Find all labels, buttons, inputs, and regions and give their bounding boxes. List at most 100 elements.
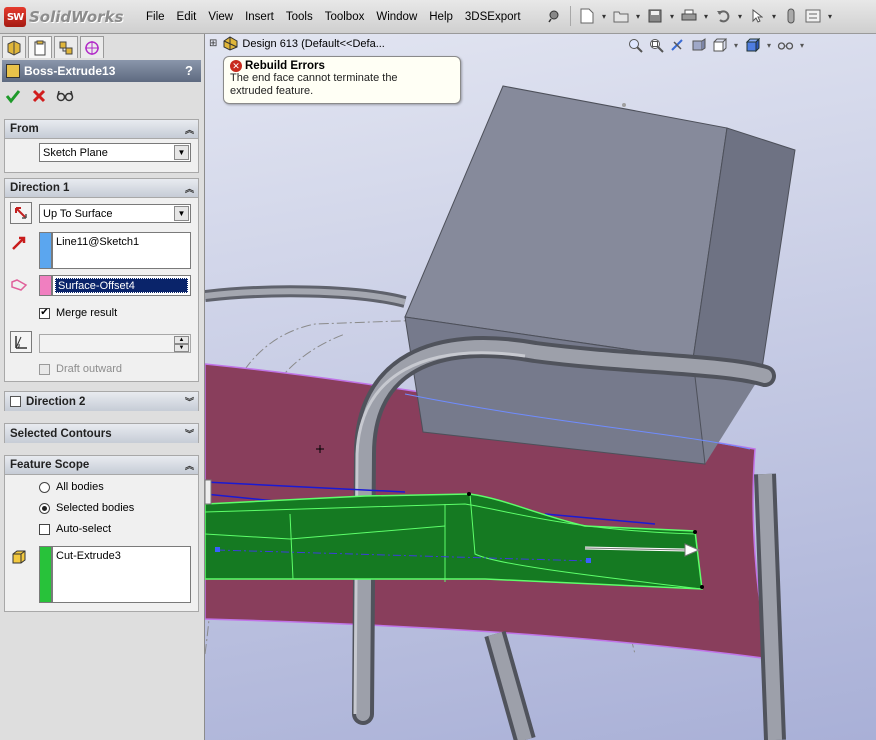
menu-tools[interactable]: Tools <box>280 11 319 23</box>
chevron-down-icon[interactable]: ▾ <box>736 6 744 26</box>
chevron-down-icon[interactable]: ▾ <box>826 6 834 26</box>
feature-tree-root[interactable]: ⊞ Design 613 (Default<<Defa... <box>209 36 385 51</box>
spin-down-icon[interactable]: ▼ <box>174 344 189 352</box>
chevron-down-icon[interactable]: ▾ <box>702 6 710 26</box>
detailed-preview-button[interactable] <box>56 86 74 106</box>
chevron-down-icon[interactable]: ▼ <box>174 206 189 221</box>
menu-window[interactable]: Window <box>370 11 423 23</box>
face-ref-field[interactable]: Surface-Offset4 <box>52 275 191 296</box>
spin-up-icon[interactable]: ▲ <box>174 336 189 344</box>
direction-ref-field[interactable]: Line11@Sketch1 <box>52 232 191 269</box>
section-view-icon[interactable] <box>690 37 707 54</box>
expand-icon[interactable]: ⊞ <box>209 38 217 49</box>
feature-manager-icon <box>7 39 21 56</box>
end-condition-value: Up To Surface <box>43 207 113 220</box>
chevron-down-icon[interactable]: ▾ <box>668 6 676 26</box>
chevron-up-icon[interactable]: ︽ <box>185 123 194 136</box>
direction1-group-header[interactable]: Direction 1 ︽ <box>5 179 198 198</box>
print-icon[interactable] <box>680 6 698 26</box>
chevron-down-icon[interactable]: ▾ <box>798 37 806 54</box>
ok-button[interactable] <box>4 86 22 106</box>
pin-icon[interactable] <box>545 6 563 26</box>
menu-help[interactable]: Help <box>423 11 459 23</box>
chevron-down-icon[interactable]: ▼ <box>174 145 189 160</box>
chevron-down-icon[interactable]: ▾ <box>732 37 740 54</box>
options-icon[interactable] <box>804 6 822 26</box>
feature-manager-tab[interactable] <box>2 36 26 58</box>
property-manager-icon <box>34 40 46 55</box>
configuration-manager-icon <box>59 41 73 54</box>
graphics-viewport[interactable]: ⊞ Design 613 (Default<<Defa... ▾ ▾ ▾ ✕ R… <box>205 34 876 740</box>
end-condition-select[interactable]: Up To Surface ▼ <box>39 204 191 223</box>
zoom-to-area-icon[interactable] <box>648 37 665 54</box>
draft-outward-checkbox[interactable]: Draft outward <box>39 363 122 375</box>
property-manager-tab[interactable] <box>28 36 52 58</box>
menu-edit[interactable]: Edit <box>171 11 203 23</box>
selected-contours-title: Selected Contours <box>10 427 112 440</box>
boss-extrude-icon <box>6 64 20 78</box>
select-icon[interactable] <box>748 6 766 26</box>
menu-insert[interactable]: Insert <box>239 11 280 23</box>
bodies-list[interactable]: Cut-Extrude3 <box>52 546 191 603</box>
view-orientation-icon[interactable] <box>711 37 728 54</box>
configuration-manager-tab[interactable] <box>54 36 78 58</box>
direction2-group-header[interactable]: Direction 2 ︾ <box>5 392 198 411</box>
zoom-to-fit-icon[interactable] <box>627 37 644 54</box>
display-style-icon[interactable] <box>744 37 761 54</box>
seat-block[interactable] <box>404 85 728 360</box>
radio-icon[interactable] <box>39 502 50 514</box>
dimxpert-tab[interactable] <box>80 36 104 58</box>
menu-3dsexport[interactable]: 3DSExport <box>459 11 527 23</box>
menu-file[interactable]: File <box>140 11 171 23</box>
auto-select-checkbox[interactable]: Auto-select <box>39 523 111 535</box>
reverse-direction-button[interactable] <box>10 202 32 224</box>
heads-up-view-toolbar: ▾ ▾ ▾ <box>627 37 806 54</box>
face-ref-swatch <box>39 275 52 296</box>
chevron-down-icon[interactable]: ▾ <box>765 37 773 54</box>
start-condition-value: Sketch Plane <box>43 146 108 159</box>
auto-select-label: Auto-select <box>56 523 112 535</box>
help-button[interactable]: ? <box>185 63 193 78</box>
body-list-item[interactable]: Cut-Extrude3 <box>56 550 190 562</box>
chevron-down-icon[interactable]: ▾ <box>600 6 608 26</box>
cancel-button[interactable] <box>30 86 48 106</box>
open-icon[interactable] <box>612 6 630 26</box>
checkmark-icon[interactable]: ✔ <box>39 307 50 319</box>
menu-toolbox[interactable]: Toolbox <box>319 11 371 23</box>
radio-icon[interactable] <box>39 481 50 493</box>
draft-angle-input[interactable]: ▲ ▼ <box>39 334 191 353</box>
app-name: SolidWorks <box>29 8 124 26</box>
checkbox-icon[interactable] <box>39 523 50 535</box>
selected-contours-header[interactable]: Selected Contours ︾ <box>5 424 198 443</box>
solid-body-icon <box>10 548 28 566</box>
chevron-up-icon[interactable]: ︽ <box>185 182 194 195</box>
merge-result-checkbox[interactable]: ✔ Merge result <box>39 307 117 319</box>
rebuild-icon[interactable] <box>782 6 800 26</box>
feature-scope-header[interactable]: Feature Scope ︽ <box>5 456 198 475</box>
direction2-checkbox[interactable] <box>10 396 21 407</box>
new-document-icon[interactable] <box>578 6 596 26</box>
undo-icon[interactable] <box>714 6 732 26</box>
face-ref-value[interactable]: Surface-Offset4 <box>55 278 188 293</box>
feature-scope-title: Feature Scope <box>10 459 90 471</box>
all-bodies-radio[interactable]: All bodies <box>39 481 104 493</box>
hide-show-items-icon[interactable] <box>777 37 794 54</box>
direction1-group-title: Direction 1 <box>10 182 70 194</box>
chevron-down-icon[interactable]: ︾ <box>185 395 194 408</box>
chevron-up-icon[interactable]: ︽ <box>185 459 194 472</box>
save-icon[interactable] <box>646 6 664 26</box>
property-manager: Boss-Extrude13 ? From ︽ Sketch Plane ▼ D… <box>0 34 205 740</box>
model-scene[interactable] <box>205 34 876 740</box>
checkbox-icon[interactable] <box>39 363 50 375</box>
from-group-header[interactable]: From ︽ <box>5 120 198 139</box>
start-condition-select[interactable]: Sketch Plane ▼ <box>39 143 191 162</box>
chevron-down-icon[interactable]: ▾ <box>770 6 778 26</box>
draft-toggle-button[interactable] <box>10 331 32 353</box>
previous-view-icon[interactable] <box>669 37 686 54</box>
all-bodies-label: All bodies <box>56 481 104 493</box>
menu-view[interactable]: View <box>202 11 239 23</box>
direction2-group-title: Direction 2 <box>26 395 86 408</box>
chevron-down-icon[interactable]: ︾ <box>185 427 194 440</box>
selected-bodies-radio[interactable]: Selected bodies <box>39 502 134 514</box>
chevron-down-icon[interactable]: ▾ <box>634 6 642 26</box>
